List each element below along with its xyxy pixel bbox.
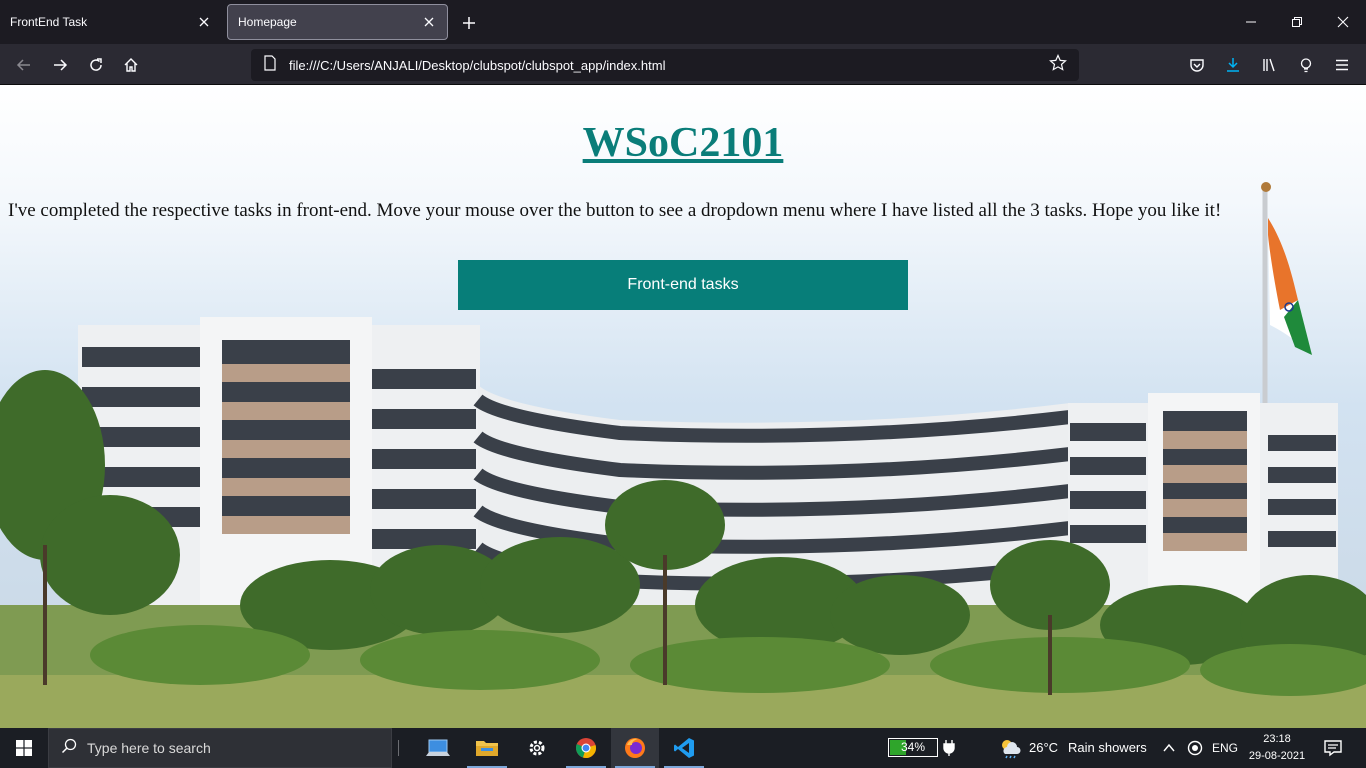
chrome-icon[interactable] <box>562 728 610 768</box>
file-explorer-icon[interactable] <box>463 728 511 768</box>
tab-frontend-task[interactable]: FrontEnd Task <box>0 4 222 40</box>
weather-temperature[interactable]: 26°C <box>1029 740 1058 755</box>
battery-indicator[interactable]: 34% <box>888 738 938 757</box>
tab-title: Homepage <box>238 15 297 29</box>
taskbar-search-box[interactable]: Type here to search <box>48 728 392 768</box>
tab-strip: FrontEnd Task Homepage <box>0 0 1366 44</box>
bookmark-star-icon[interactable] <box>1049 53 1067 77</box>
front-end-tasks-button[interactable]: Front-end tasks <box>458 260 908 310</box>
pocket-icon[interactable] <box>1184 52 1210 78</box>
firefox-icon[interactable] <box>611 728 659 768</box>
laptop-app-icon[interactable] <box>414 728 462 768</box>
minimize-window-button[interactable] <box>1228 0 1274 44</box>
close-window-button[interactable] <box>1320 0 1366 44</box>
vscode-icon[interactable] <box>660 728 708 768</box>
navigation-toolbar: file:///C:/Users/ANJALI/Desktop/clubspot… <box>0 44 1366 85</box>
campus-building-background-image <box>0 182 1366 728</box>
settings-icon[interactable] <box>513 728 561 768</box>
battery-percent: 34% <box>900 740 926 754</box>
reload-button[interactable] <box>83 52 109 78</box>
page-description: I've completed the respective tasks in f… <box>8 200 1222 221</box>
downloads-icon[interactable] <box>1220 52 1246 78</box>
search-placeholder: Type here to search <box>87 740 211 756</box>
home-button[interactable] <box>118 52 144 78</box>
forward-button[interactable] <box>47 52 73 78</box>
page-icon <box>263 54 277 76</box>
page-viewport: WSoC2101 I've completed the respective t… <box>0 85 1366 728</box>
windows-taskbar: Type here to search 34% 26°C Rain shower… <box>0 728 1366 768</box>
address-bar[interactable]: file:///C:/Users/ANJALI/Desktop/clubspot… <box>251 49 1079 81</box>
url-text[interactable]: file:///C:/Users/ANJALI/Desktop/clubspot… <box>289 58 1049 73</box>
windows-logo-icon <box>16 740 32 756</box>
menu-hamburger-icon[interactable] <box>1329 52 1355 78</box>
location-status-icon[interactable] <box>1187 740 1203 761</box>
page-title[interactable]: WSoC2101 <box>0 119 1366 167</box>
back-button[interactable] <box>11 52 37 78</box>
weather-rain-icon[interactable] <box>998 737 1022 764</box>
restore-window-button[interactable] <box>1274 0 1320 44</box>
charging-plug-icon <box>943 739 955 762</box>
taskbar-divider <box>398 740 399 756</box>
start-button[interactable] <box>0 728 48 768</box>
input-language[interactable]: ENG <box>1212 741 1238 755</box>
clock-date: 29-08-2021 <box>1248 750 1306 762</box>
tab-close-icon[interactable] <box>421 14 437 30</box>
new-tab-button[interactable] <box>456 10 482 36</box>
search-icon <box>61 738 77 759</box>
action-center-notification-icon[interactable] <box>1324 739 1342 762</box>
tab-close-icon[interactable] <box>196 14 212 30</box>
weather-description[interactable]: Rain showers <box>1068 740 1147 755</box>
clock-time: 23:18 <box>1263 733 1291 745</box>
extension-bulb-icon[interactable] <box>1293 52 1319 78</box>
show-hidden-icons-chevron-up-icon[interactable] <box>1163 741 1175 759</box>
library-icon[interactable] <box>1257 52 1283 78</box>
system-clock[interactable]: 23:18 29-08-2021 <box>1242 731 1312 765</box>
tab-title: FrontEnd Task <box>10 15 88 29</box>
tab-homepage[interactable]: Homepage <box>227 4 448 40</box>
